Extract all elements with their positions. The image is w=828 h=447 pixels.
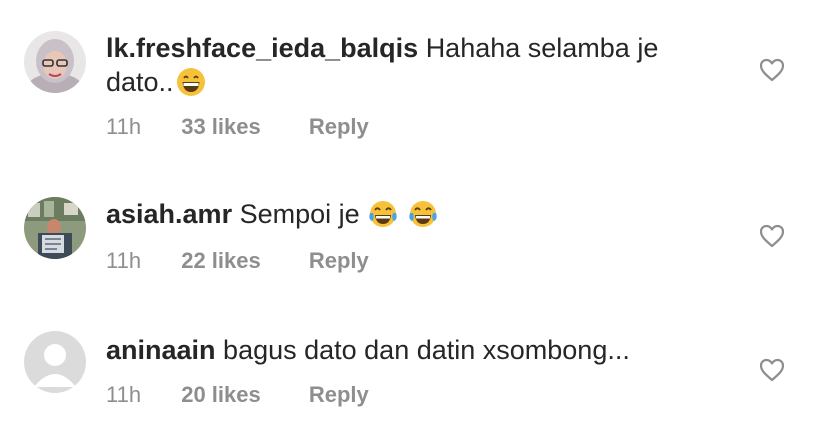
reply-button[interactable]: Reply [309, 247, 369, 275]
heart-outline-icon[interactable] [759, 58, 785, 82]
comment-body: Sempoi je [239, 199, 360, 229]
comment-text: asiah.amr Sempoi je [106, 197, 726, 231]
comment-username[interactable]: lk.freshface_ieda_balqis [106, 33, 418, 63]
comment-likes[interactable]: 20 likes [181, 381, 261, 409]
heart-outline-icon[interactable] [759, 358, 785, 382]
comment-body: bagus dato dan datin xsombong... [223, 335, 630, 365]
comment-username[interactable]: asiah.amr [106, 199, 232, 229]
comment-meta: 11h 20 likes Reply [106, 381, 369, 409]
default-avatar-icon [24, 331, 86, 393]
comment-likes[interactable]: 22 likes [181, 247, 261, 275]
avatar-photo [24, 197, 86, 259]
reply-button[interactable]: Reply [309, 113, 369, 141]
heart-outline-icon[interactable] [759, 224, 785, 248]
avatar-photo [24, 31, 86, 93]
comment-username[interactable]: aninaain [106, 335, 216, 365]
reply-button[interactable]: Reply [309, 381, 369, 409]
avatar[interactable] [24, 197, 86, 259]
tears-of-joy-emoji [369, 201, 397, 227]
comment-time: 11h [106, 248, 142, 273]
grinning-face-emoji [176, 68, 205, 96]
comment-meta: 11h 33 likes Reply [106, 113, 369, 141]
comment-time: 11h [106, 382, 142, 407]
comment-text: lk.freshface_ieda_balqis Hahaha selamba … [106, 31, 726, 99]
avatar[interactable] [24, 331, 86, 393]
comment-time: 11h [106, 114, 142, 139]
comment-text: aninaain bagus dato dan datin xsombong..… [106, 333, 726, 367]
comment-body: Hahaha selamba je [425, 33, 659, 63]
tears-of-joy-emoji [409, 201, 437, 227]
comment-body-continued: dato.. [106, 67, 174, 97]
avatar[interactable] [24, 31, 86, 93]
comment-meta: 11h 22 likes Reply [106, 247, 369, 275]
comment-likes[interactable]: 33 likes [181, 113, 261, 141]
